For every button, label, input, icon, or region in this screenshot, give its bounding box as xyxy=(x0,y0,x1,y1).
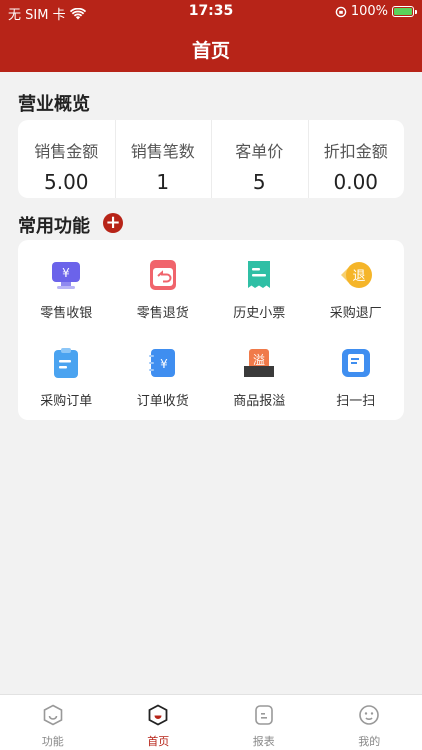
function-purchase-return[interactable]: 退 采购退厂 xyxy=(308,254,405,330)
tab-function[interactable]: 功能 xyxy=(0,695,106,750)
overview-label: 销售金额 xyxy=(34,142,99,161)
tab-profile[interactable]: 我的 xyxy=(317,695,422,750)
function-label: 历史小票 xyxy=(233,306,286,321)
function-label: 订单收货 xyxy=(136,394,189,409)
tab-home[interactable]: 首页 xyxy=(106,695,212,750)
function-scan[interactable]: 扫一扫 xyxy=(308,342,405,418)
add-function-button[interactable]: + xyxy=(103,213,123,233)
function-label: 扫一扫 xyxy=(336,394,376,409)
function-label: 采购订单 xyxy=(40,394,93,409)
overflow-report-icon: 溢 xyxy=(242,346,276,380)
function-label: 零售退货 xyxy=(136,306,189,321)
function-purchase-order[interactable]: 采购订单 xyxy=(18,342,115,418)
order-receive-icon: ¥ xyxy=(146,346,180,380)
orientation-lock-icon xyxy=(335,6,347,17)
overview-value: 5.00 xyxy=(43,170,89,194)
function-retail-cashier[interactable]: ¥ 零售收银 xyxy=(18,254,115,330)
overview-value: 0.00 xyxy=(333,170,379,194)
overview-label: 客单价 xyxy=(235,142,284,161)
page-title: 首页 xyxy=(191,40,230,62)
report-tab-icon xyxy=(254,705,273,725)
overview-sales-count[interactable]: 销售笔数 1 xyxy=(114,120,212,198)
profile-tab-icon xyxy=(359,705,380,725)
purchase-order-icon xyxy=(49,346,83,380)
scan-icon xyxy=(339,346,373,380)
status-bar: 无 SIM 卡 17:35 100% xyxy=(0,0,422,24)
overview-value: 1 xyxy=(156,170,170,194)
receipt-icon xyxy=(242,258,276,292)
yen-symbol: ¥ xyxy=(160,357,168,371)
function-order-receive[interactable]: ¥ 订单收货 xyxy=(115,342,212,418)
function-overflow-report[interactable]: 溢 商品报溢 xyxy=(211,342,308,418)
function-label: 采购退厂 xyxy=(329,306,382,321)
tab-report[interactable]: 报表 xyxy=(211,695,317,750)
return-char: 退 xyxy=(352,269,365,284)
tab-label: 功能 xyxy=(41,735,64,748)
overview-label: 折扣金额 xyxy=(323,142,388,161)
tab-label: 首页 xyxy=(147,735,170,748)
overview-discount-amount[interactable]: 折扣金额 0.00 xyxy=(307,120,405,198)
overview-value: 5 xyxy=(252,170,266,194)
battery-icon xyxy=(392,6,417,17)
overview-avg-ticket[interactable]: 客单价 5 xyxy=(211,120,308,198)
tab-label: 报表 xyxy=(252,735,275,748)
overview-card: 销售金额 5.00 销售笔数 1 客单价 5 折扣金额 0.00 xyxy=(18,120,404,198)
functions-title: 常用功能 xyxy=(18,216,90,237)
yen-symbol: ¥ xyxy=(62,266,70,280)
battery-percent: 100% xyxy=(350,4,388,19)
purchase-return-icon: 退 xyxy=(339,258,373,292)
overflow-char: 溢 xyxy=(253,353,265,367)
function-label: 商品报溢 xyxy=(233,394,286,409)
app-header: 无 SIM 卡 17:35 100% 首页 xyxy=(0,0,422,72)
overview-label: 销售笔数 xyxy=(130,142,195,161)
tab-label: 我的 xyxy=(358,735,381,748)
cashier-icon: ¥ xyxy=(49,258,83,292)
tab-bar: 功能 首页 报表 我的 xyxy=(0,694,422,750)
function-history-receipt[interactable]: 历史小票 xyxy=(211,254,308,330)
overview-sales-amount[interactable]: 销售金额 5.00 xyxy=(18,120,115,198)
function-retail-return[interactable]: 零售退货 xyxy=(115,254,212,330)
overview-title: 营业概览 xyxy=(18,94,90,115)
functions-card: ¥ 零售收银 零售退货 历史小票 退 采购退厂 采购订单 ¥ 订单收货 溢 商品… xyxy=(18,240,404,420)
retail-return-icon xyxy=(146,258,180,292)
function-tab-icon xyxy=(43,704,63,726)
home-tab-icon xyxy=(148,704,168,726)
function-label: 零售收银 xyxy=(40,306,93,321)
